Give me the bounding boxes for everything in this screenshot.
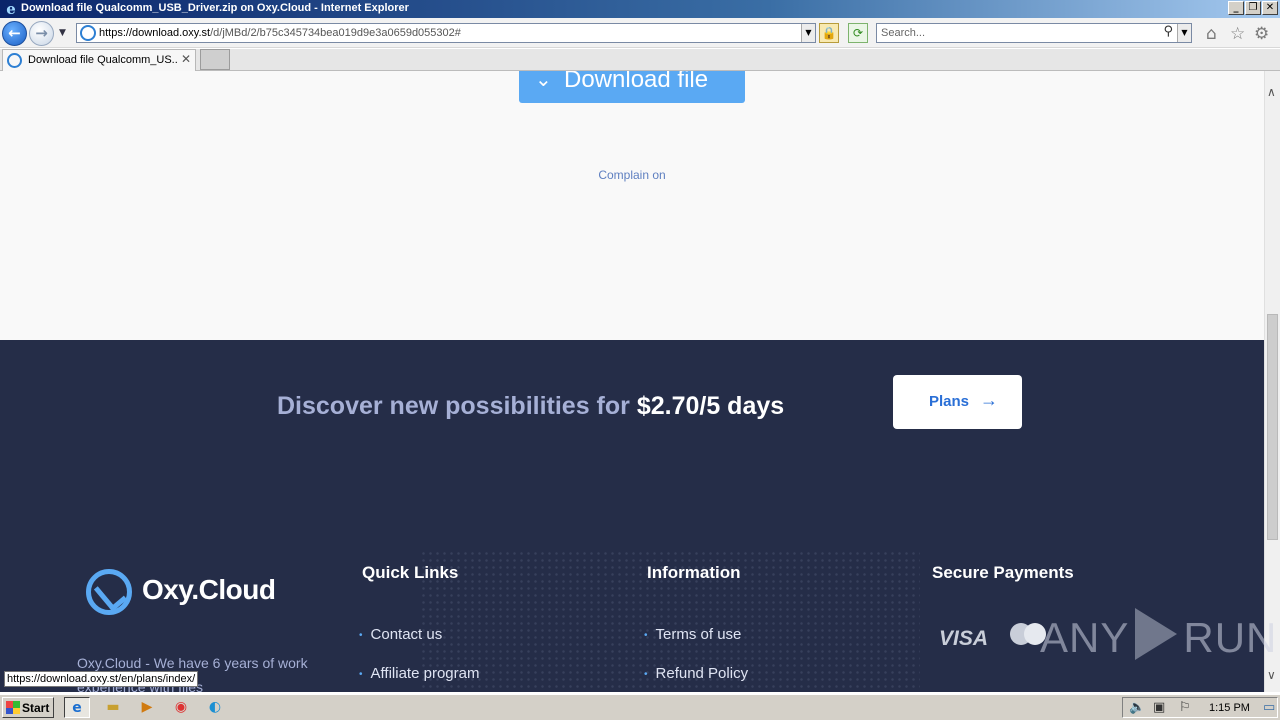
address-dropdown-icon[interactable]: ▼: [801, 24, 815, 42]
recent-pages-dropdown-icon[interactable]: ▼: [59, 28, 66, 38]
maximize-button[interactable]: ❐: [1245, 1, 1261, 15]
scroll-up-icon[interactable]: ∧: [1267, 85, 1276, 99]
taskbar-edge-icon[interactable]: ◐: [202, 697, 228, 718]
site-favicon-icon: [80, 25, 96, 41]
navigation-bar: ← → ▼ https://download.oxy.st/d/jMBd/2/b…: [0, 18, 1280, 48]
minimize-button[interactable]: _: [1228, 1, 1244, 15]
footer-link-refund[interactable]: • Refund Policy: [644, 665, 748, 682]
status-url: https://download.oxy.st/en/plans/index/: [4, 671, 199, 687]
close-window-button[interactable]: ✕: [1262, 1, 1278, 15]
home-icon[interactable]: ⌂: [1206, 24, 1217, 44]
taskbar-chrome-icon[interactable]: ◉: [168, 697, 194, 718]
arrow-right-icon: →: [980, 390, 998, 410]
new-tab-button[interactable]: [200, 49, 230, 70]
tab-close-icon[interactable]: ✕: [181, 52, 191, 66]
back-arrow-icon: ←: [8, 24, 21, 42]
favorites-star-icon[interactable]: ☆: [1230, 24, 1245, 44]
complain-link[interactable]: Complain on: [0, 168, 1264, 182]
start-button[interactable]: Start: [2, 697, 54, 718]
search-icon[interactable]: ⚲: [1163, 24, 1173, 39]
download-file-button[interactable]: ⌄ Download file: [519, 71, 745, 103]
footer-link-terms[interactable]: • Terms of use: [644, 626, 741, 643]
footer-link-affiliate[interactable]: • Affiliate program: [359, 665, 479, 682]
search-input[interactable]: Search...: [881, 27, 925, 39]
scroll-thumb[interactable]: [1267, 314, 1278, 540]
information-title: Information: [647, 563, 741, 582]
tab-active[interactable]: Download file Qualcomm_US... ✕: [2, 49, 196, 71]
search-dropdown-icon[interactable]: ▼: [1177, 24, 1191, 42]
back-button[interactable]: ←: [2, 21, 27, 46]
promo-price: $2.70/5 days: [636, 392, 785, 420]
taskbar-explorer-folder-icon[interactable]: ▬: [100, 697, 126, 718]
secure-payments-title: Secure Payments: [932, 563, 1074, 582]
volume-icon[interactable]: 🔈: [1129, 700, 1145, 715]
network-icon[interactable]: ▣: [1153, 700, 1165, 715]
taskbar-internet-explorer-icon[interactable]: e: [64, 697, 90, 718]
double-chevron-down-icon: ⌄: [535, 71, 552, 91]
refresh-icon[interactable]: ⟳: [848, 23, 868, 43]
forward-button[interactable]: →: [29, 21, 54, 46]
clock[interactable]: 1:15 PM: [1209, 702, 1250, 714]
taskbar-media-player-icon[interactable]: ▶: [134, 697, 160, 718]
oxy-cloud-logo-icon: [86, 569, 132, 615]
window-title-bar: e Download file Qualcomm_USB_Driver.zip …: [0, 0, 1280, 18]
security-lock-icon[interactable]: 🔒: [819, 23, 839, 43]
windows-flag-icon: [6, 701, 20, 714]
brand-name: Oxy.Cloud: [142, 574, 276, 605]
address-url[interactable]: https://download.oxy.st/d/jMBd/2/b75c345…: [99, 27, 461, 39]
footer-link-contact[interactable]: • Contact us: [359, 626, 442, 643]
promo-heading: Discover new possibilities for $2.70/5 d…: [277, 392, 785, 420]
start-label: Start: [22, 701, 50, 715]
scroll-down-icon[interactable]: ∨: [1267, 668, 1276, 682]
tab-favicon-icon: [7, 53, 22, 68]
play-triangle-icon: [1135, 608, 1178, 660]
page-viewport: ⌄ Download file Complain on Discover new…: [0, 71, 1264, 692]
page-scrollbar[interactable]: ∧ ∨: [1264, 71, 1280, 692]
plans-button[interactable]: Plans →: [893, 375, 1022, 429]
address-bar[interactable]: https://download.oxy.st/d/jMBd/2/b75c345…: [76, 23, 816, 43]
settings-gear-icon[interactable]: ⚙: [1254, 24, 1269, 44]
action-center-flag-icon[interactable]: ⚐: [1179, 700, 1191, 715]
search-box[interactable]: Search... ⚲ ▼: [876, 23, 1192, 43]
show-desktop-icon[interactable]: ▭: [1263, 700, 1275, 715]
internet-explorer-icon: e: [6, 0, 16, 18]
quick-links-title: Quick Links: [362, 563, 459, 582]
window-title: Download file Qualcomm_USB_Driver.zip on…: [21, 2, 409, 14]
tab-strip: Download file Qualcomm_US... ✕: [0, 49, 1280, 71]
forward-arrow-icon: →: [35, 24, 48, 42]
anyrun-watermark: ANY RUN: [1040, 608, 1277, 662]
plans-button-label: Plans: [929, 393, 970, 410]
visa-logo: VISA: [939, 627, 989, 650]
system-tray: 🔈 ▣ ⚐ 1:15 PM ▭: [1122, 697, 1278, 718]
tab-label: Download file Qualcomm_US...: [28, 54, 178, 66]
download-button-label: Download file: [564, 71, 709, 93]
windows-taskbar: Start e ▬ ▶ ◉ ◐ 🔈 ▣ ⚐ 1:15 PM ▭: [0, 694, 1280, 720]
